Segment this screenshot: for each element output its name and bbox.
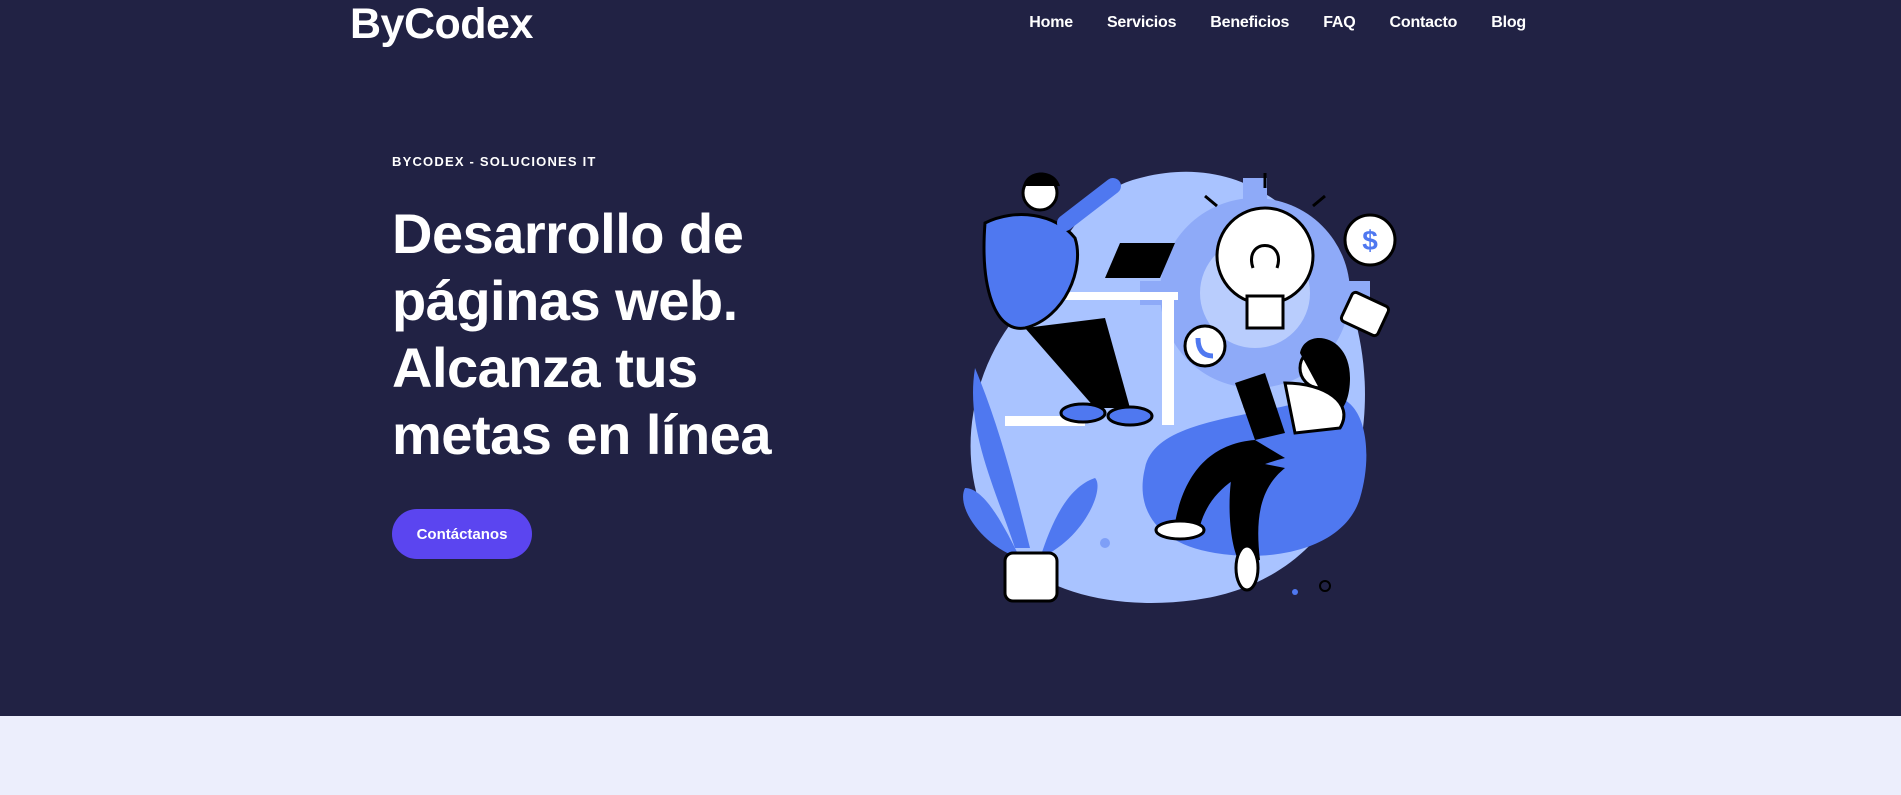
nav-beneficios[interactable]: Beneficios [1210, 14, 1289, 32]
site-logo[interactable]: ByCodex [350, 0, 533, 48]
nav-faq[interactable]: FAQ [1323, 14, 1355, 32]
team-working-illustration: $ [963, 171, 1397, 603]
nav-blog[interactable]: Blog [1491, 14, 1526, 32]
svg-text:$: $ [1362, 225, 1378, 256]
next-section [0, 716, 1901, 795]
contact-button[interactable]: Contáctanos [392, 509, 532, 559]
hero-eyebrow: BYCODEX - SOLUCIONES IT [392, 154, 597, 169]
hero-headline: Desarrollo de páginas web. Alcanza tus m… [392, 202, 771, 466]
hero-section: ByCodex Home Servicios Beneficios FAQ Co… [0, 0, 1901, 716]
nav-home[interactable]: Home [1029, 14, 1073, 32]
decor-dot-small [1292, 589, 1298, 595]
decor-ring [1319, 580, 1331, 592]
main-nav: Home Servicios Beneficios FAQ Contacto B… [995, 14, 1526, 32]
decor-dot [1100, 538, 1110, 548]
nav-contacto[interactable]: Contacto [1390, 14, 1458, 32]
dollar-coin-icon: $ [1343, 213, 1397, 267]
nav-servicios[interactable]: Servicios [1107, 14, 1177, 32]
phone-icon [1183, 324, 1227, 368]
